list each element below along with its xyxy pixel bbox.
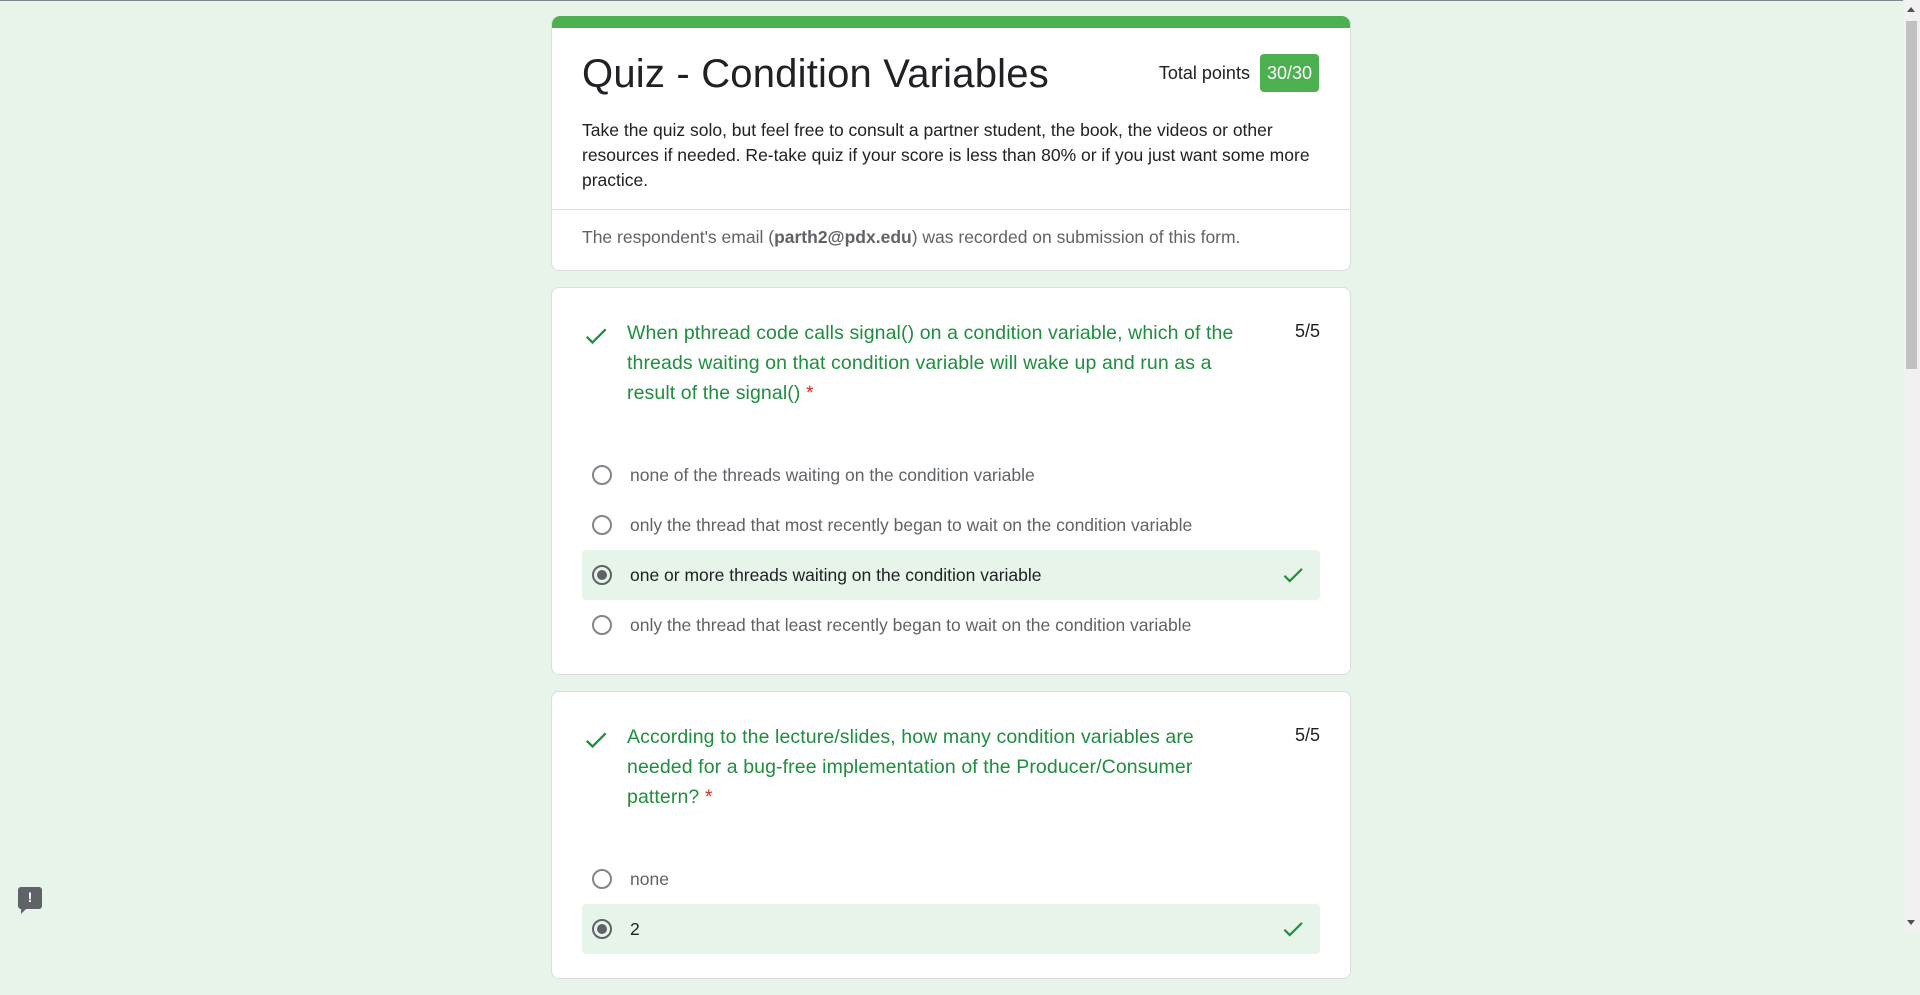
question-text: When pthread code calls signal() on a co…: [627, 322, 1234, 404]
check-icon: [1283, 922, 1303, 937]
check-icon: [585, 328, 607, 345]
window-top-border: [0, 0, 1920, 1]
email-notice-prefix: The respondent's email (: [582, 227, 775, 247]
respondent-email: parth2@pdx.edu: [774, 227, 912, 247]
radio-button[interactable]: [592, 615, 612, 635]
radio-button-checked[interactable]: [592, 565, 612, 585]
form-description: Take the quiz solo, but feel free to con…: [582, 120, 1310, 190]
option-label: only the thread that least recently bega…: [630, 614, 1192, 635]
answer-option-selected[interactable]: 2: [582, 904, 1320, 954]
question-score: 5/5: [1294, 725, 1320, 745]
option-label: one or more threads waiting on the condi…: [630, 564, 1042, 585]
check-icon: [1283, 568, 1303, 583]
answer-option-selected[interactable]: one or more threads waiting on the condi…: [582, 550, 1320, 600]
question-card: According to the lecture/slides, how man…: [551, 691, 1351, 979]
radio-button[interactable]: [592, 869, 612, 889]
email-notice-suffix: ) was recorded on submission of this for…: [911, 227, 1241, 247]
question-title: According to the lecture/slides, how man…: [627, 722, 1260, 812]
radio-button[interactable]: [592, 515, 612, 535]
required-asterisk: *: [704, 786, 713, 808]
theme-color-bar: [552, 16, 1350, 28]
form-page: Quiz - Condition Variables Total points …: [551, 16, 1351, 995]
total-points-label: Total points: [1158, 62, 1250, 83]
question-title: When pthread code calls signal() on a co…: [627, 318, 1260, 408]
scrollbar-thumb[interactable]: [1906, 21, 1917, 369]
total-points-badge: 30/30: [1259, 54, 1319, 92]
question-score: 5/5: [1294, 321, 1320, 341]
answer-option[interactable]: only the thread that most recently began…: [582, 500, 1320, 550]
total-points: Total points 30/30: [1159, 54, 1319, 92]
option-label: none: [630, 868, 669, 889]
answer-option[interactable]: none of the threads waiting on the condi…: [582, 450, 1320, 500]
vertical-scrollbar[interactable]: [1903, 0, 1920, 932]
option-label: only the thread that most recently began…: [630, 514, 1193, 535]
answer-option[interactable]: none: [582, 854, 1320, 904]
respondent-email-notice: The respondent's email (parth2@pdx.edu) …: [552, 210, 1350, 270]
radio-button[interactable]: [592, 465, 612, 485]
question-card: When pthread code calls signal() on a co…: [551, 287, 1351, 675]
option-label: none of the threads waiting on the condi…: [630, 464, 1035, 485]
form-header-card: Quiz - Condition Variables Total points …: [551, 16, 1351, 271]
check-icon: [585, 732, 607, 749]
answer-options: none of the threads waiting on the condi…: [582, 450, 1320, 650]
answer-option[interactable]: only the thread that least recently bega…: [582, 600, 1320, 650]
scroll-down-arrow-icon[interactable]: [1907, 920, 1915, 925]
answer-options: none 2: [582, 854, 1320, 954]
option-label: 2: [630, 918, 640, 939]
report-problem-icon[interactable]: !: [18, 887, 42, 914]
scroll-up-arrow-icon[interactable]: [1907, 7, 1915, 12]
radio-button-checked[interactable]: [592, 919, 612, 939]
required-asterisk: *: [805, 382, 814, 404]
